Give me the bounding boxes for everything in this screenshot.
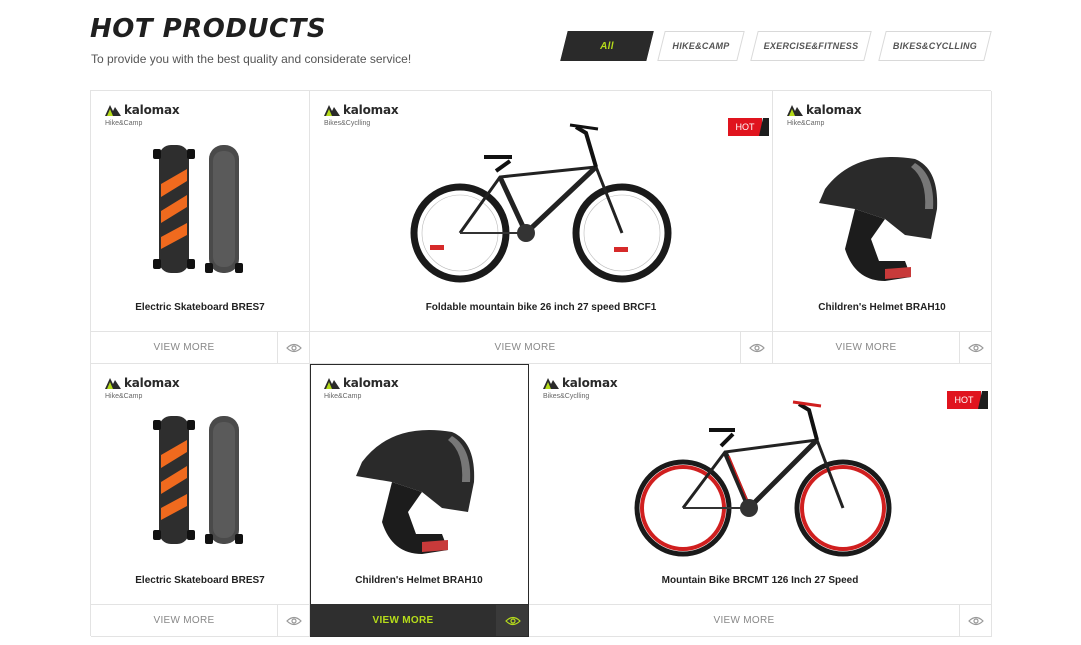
quick-view-button[interactable]	[277, 605, 309, 636]
product-name: Children's Helmet BRAH10	[355, 575, 483, 586]
tab-all[interactable]: All	[560, 31, 654, 61]
brand-logo: kalomax	[324, 376, 399, 390]
kalomax-logo-icon	[324, 378, 340, 389]
product-category: Bikes&Cyclling	[543, 393, 590, 400]
helmet-image	[356, 430, 475, 554]
eye-icon	[748, 343, 765, 352]
product-category: Hike&Camp	[105, 393, 143, 400]
brand-logo: kalomax	[543, 376, 618, 390]
mountain-bike-red-image	[634, 400, 892, 557]
product-card[interactable]: kalomax Hike&Camp Children's Helmet BRAH…	[773, 91, 992, 364]
mountain-bike-black-image	[410, 123, 672, 283]
product-card[interactable]: kalomax Hike&Camp Children's Helmet BRAH…	[310, 364, 529, 637]
eye-icon	[285, 343, 302, 352]
product-card[interactable]: kalomax Bikes&Cyclling HOT Foldable moun…	[310, 91, 773, 364]
eye-icon	[967, 343, 984, 352]
skateboard-image	[153, 145, 243, 273]
page-title: HOT PRODUCTS	[90, 14, 327, 44]
brand-logo: kalomax	[787, 103, 862, 117]
kalomax-logo-icon	[324, 105, 340, 116]
view-more-button[interactable]: VIEW MORE	[773, 332, 959, 363]
product-category: Hike&Camp	[787, 120, 825, 127]
product-card[interactable]: kalomax Hike&Camp Electric Skateboard BR…	[91, 364, 310, 637]
tab-exercise-fitness[interactable]: EXERCISE&FITNESS	[750, 31, 872, 61]
quick-view-button[interactable]	[740, 332, 772, 363]
eye-icon	[967, 616, 984, 625]
card-footer: VIEW MORE	[529, 604, 991, 636]
brand-logo: kalomax	[105, 376, 180, 390]
view-more-button[interactable]: VIEW MORE	[310, 332, 740, 363]
hot-badge: HOT	[728, 118, 772, 136]
skateboard-image	[153, 416, 243, 544]
tab-bikes-cycling[interactable]: BIKES&CYCLLING	[878, 31, 992, 61]
product-name: Electric Skateboard BRES7	[135, 302, 265, 313]
tab-hike-camp[interactable]: HIKE&CAMP	[657, 31, 745, 61]
product-name: Electric Skateboard BRES7	[135, 575, 265, 586]
quick-view-button[interactable]	[496, 605, 528, 636]
brand-logo: kalomax	[105, 103, 180, 117]
eye-icon	[285, 616, 302, 625]
product-name: Mountain Bike BRCMT 126 Inch 27 Speed	[661, 575, 859, 586]
quick-view-button[interactable]	[277, 332, 309, 363]
quick-view-button[interactable]	[959, 605, 991, 636]
kalomax-logo-icon	[543, 378, 559, 389]
product-grid: kalomax Hike&Camp Electric Skateboard BR…	[90, 90, 992, 637]
card-footer: VIEW MORE	[773, 331, 991, 363]
kalomax-logo-icon	[105, 105, 121, 116]
card-footer: VIEW MORE	[91, 604, 309, 636]
quick-view-button[interactable]	[959, 332, 991, 363]
card-footer: VIEW MORE	[310, 604, 528, 636]
card-footer: VIEW MORE	[91, 331, 309, 363]
helmet-image	[819, 157, 938, 281]
product-name: Foldable mountain bike 26 inch 27 speed …	[425, 302, 657, 313]
view-more-button[interactable]: VIEW MORE	[529, 605, 959, 636]
kalomax-logo-icon	[105, 378, 121, 389]
product-name: Children's Helmet BRAH10	[818, 302, 946, 313]
product-category: Bikes&Cyclling	[324, 120, 371, 127]
kalomax-logo-icon	[787, 105, 803, 116]
product-category: Hike&Camp	[105, 120, 143, 127]
page-subtitle: To provide you with the best quality and…	[91, 52, 412, 66]
brand-logo: kalomax	[324, 103, 399, 117]
view-more-button[interactable]: VIEW MORE	[91, 332, 277, 363]
view-more-button[interactable]: VIEW MORE	[310, 605, 496, 636]
view-more-button[interactable]: VIEW MORE	[91, 605, 277, 636]
product-card[interactable]: kalomax Hike&Camp Electric Skateboard BR…	[91, 91, 310, 364]
product-card[interactable]: kalomax Bikes&Cyclling HOT Mountain Bike…	[529, 364, 992, 637]
card-footer: VIEW MORE	[310, 331, 772, 363]
product-category: Hike&Camp	[324, 393, 362, 400]
hot-badge: HOT	[947, 391, 991, 409]
eye-icon	[504, 616, 521, 625]
